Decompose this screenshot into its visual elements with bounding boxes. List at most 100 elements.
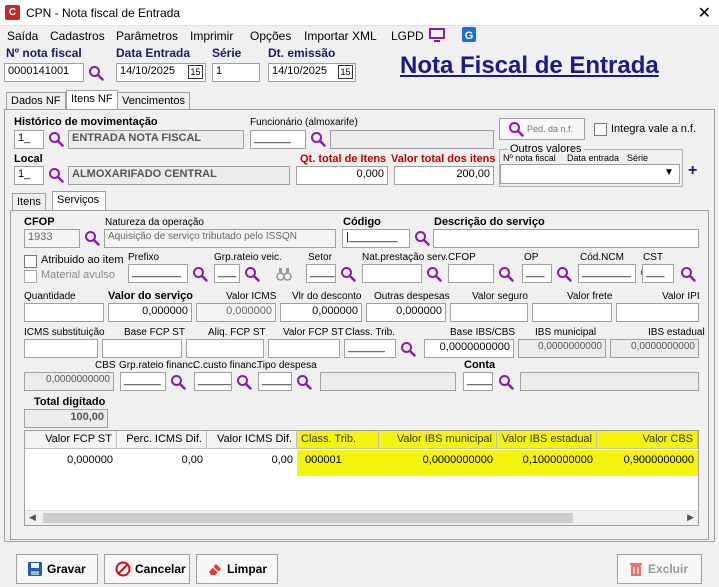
menu-parametros[interactable]: Parâmetros [116,29,178,43]
grid-cell[interactable]: 0,0000000000 [379,450,497,476]
nota-input[interactable]: 0000141001 [4,63,84,82]
local-search-icon[interactable] [48,167,64,183]
op-input[interactable]: ___ [522,264,552,283]
grid-cell[interactable]: 0,1000000000 [497,450,597,476]
scroll-right-icon[interactable]: ▶ [687,512,694,523]
add-icon[interactable]: + [688,162,697,180]
vlr-desconto-input[interactable]: 0,000000 [280,303,362,322]
natureza-input[interactable]: Aquisição de serviço tributado pelo ISSQ… [104,229,336,248]
cst-search-icon[interactable] [680,266,696,282]
class-trib-search-icon[interactable] [400,341,416,357]
setor-search-icon[interactable] [340,266,356,282]
nat-prestacao-search-icon[interactable] [426,266,442,282]
grid-header[interactable]: Valor ICMS Dif. [207,431,297,449]
calendar-icon[interactable]: 15 [188,65,203,79]
icms-subst-input[interactable] [24,339,98,358]
codigo-search-icon[interactable] [414,230,430,246]
grid-header[interactable]: Valor IBS municipal [379,431,497,449]
cfop2-search-icon[interactable] [498,266,514,282]
valor-frete-input[interactable] [532,303,612,322]
cfop2-input[interactable] [448,264,494,283]
quantidade-input[interactable] [24,303,104,322]
outros-select[interactable] [500,164,680,184]
monitor-icon[interactable] [429,28,445,45]
atribuido-checkbox[interactable] [24,255,37,268]
tab-servicos[interactable]: Serviços [52,191,106,211]
material-checkbox[interactable] [24,270,37,283]
conta-input[interactable]: _____ [463,372,493,391]
cfop-input[interactable]: 1933 [24,229,80,248]
funcionario-search-icon[interactable] [310,131,326,147]
menu-saida[interactable]: Saída [7,29,38,43]
outras-despesas-input[interactable]: 0,000000 [366,303,446,322]
funcionario-input[interactable]: ______ [250,130,306,149]
integra-checkbox[interactable] [594,123,607,136]
grp-rateio-fin-search-icon[interactable] [170,374,186,390]
nota-search-icon[interactable] [88,65,104,81]
cancelar-button[interactable]: Cancelar [104,554,190,584]
conta-search-icon[interactable] [498,374,514,390]
grp-rateio-input[interactable]: ___ [214,264,240,283]
binoculars-icon[interactable] [276,266,292,282]
valor-ipi-input[interactable] [616,303,699,322]
excluir-button[interactable]: Excluir [617,554,702,584]
codigo-input[interactable]: |________ [342,229,410,248]
valor-icms-input[interactable]: 0,000000 [196,303,276,322]
grid-header[interactable]: Valor CBS [597,431,698,449]
menu-importar-xml[interactable]: Importar XML [304,29,377,43]
chevron-down-icon[interactable]: ▼ [664,167,674,178]
scrollbar-thumb[interactable] [43,513,573,523]
calendar-icon[interactable]: 15 [338,65,353,79]
prefixo-input[interactable]: ________ [128,264,188,283]
local-code-input[interactable]: 1_ [14,166,44,185]
tab-dados-nf[interactable]: Dados NF [6,92,66,110]
grp-rateio-fin-input[interactable]: ______ [120,372,166,391]
historico-code-input[interactable]: 1_ [14,130,44,149]
menu-imprimir[interactable]: Imprimir [190,29,233,43]
descricao-input[interactable] [433,229,699,248]
limpar-button[interactable]: Limpar [196,554,278,584]
historico-search-icon[interactable] [48,131,64,147]
valor-servico-input[interactable]: 0,000000 [108,303,192,322]
tab-itens-nf[interactable]: Itens NF [66,90,118,110]
grid-cell[interactable]: 000001 [297,450,379,476]
grid-header[interactable]: Perc. ICMS Dif. [117,431,207,449]
tab-itens[interactable]: Itens [12,193,46,211]
tipo-despesa-input[interactable]: _____ [258,372,292,391]
c-custo-input[interactable]: ______ [194,372,232,391]
menu-opcoes[interactable]: Opções [250,29,291,43]
horizontal-scrollbar[interactable]: ◀ ▶ [25,510,698,525]
tipo-despesa-search-icon[interactable] [296,374,312,390]
close-icon[interactable]: ✕ [698,3,711,23]
grid-header[interactable]: Class. Trib. [297,431,379,449]
prefixo-search-icon[interactable] [192,266,208,282]
tab-vencimentos[interactable]: Vencimentos [117,92,190,110]
setor-input[interactable]: ____ [306,264,336,283]
grp-rateio-search-icon[interactable] [244,266,260,282]
grid-header[interactable]: Valor FCP ST [25,431,117,449]
serie-input[interactable]: 1 [212,63,260,82]
grid-cell[interactable]: 0,9000000000 [597,450,698,476]
menu-cadastros[interactable]: Cadastros [50,29,105,43]
base-fcp-input[interactable] [102,339,182,358]
scroll-left-icon[interactable]: ◀ [29,512,36,523]
c-custo-search-icon[interactable] [236,374,252,390]
cst-input[interactable]: ___ [642,264,674,283]
gravar-button[interactable]: Gravar [16,554,98,584]
nat-prestacao-input[interactable] [362,264,422,283]
cfop-search-icon[interactable] [84,230,100,246]
grid-cell[interactable]: 0,000000 [25,450,117,470]
grid-header[interactable]: Valor IBS estadual [497,431,597,449]
base-ibs-input[interactable]: 0,0000000000 [424,339,514,358]
class-trib-input[interactable]: ______ [344,339,396,358]
grid-cell[interactable]: 0,00 [117,450,207,470]
valor-fcp-input[interactable] [268,339,340,358]
menu-lgpd[interactable]: LGPD [391,29,424,43]
valor-seguro-input[interactable] [450,303,528,322]
grid-cell[interactable]: 0,00 [207,450,297,470]
aliq-fcp-input[interactable] [186,339,264,358]
cod-ncm-input[interactable]: ________ [578,264,636,283]
ped-button[interactable]: Ped. da n.f. [499,118,585,140]
guide-icon[interactable]: G [462,27,476,45]
op-search-icon[interactable] [556,266,572,282]
